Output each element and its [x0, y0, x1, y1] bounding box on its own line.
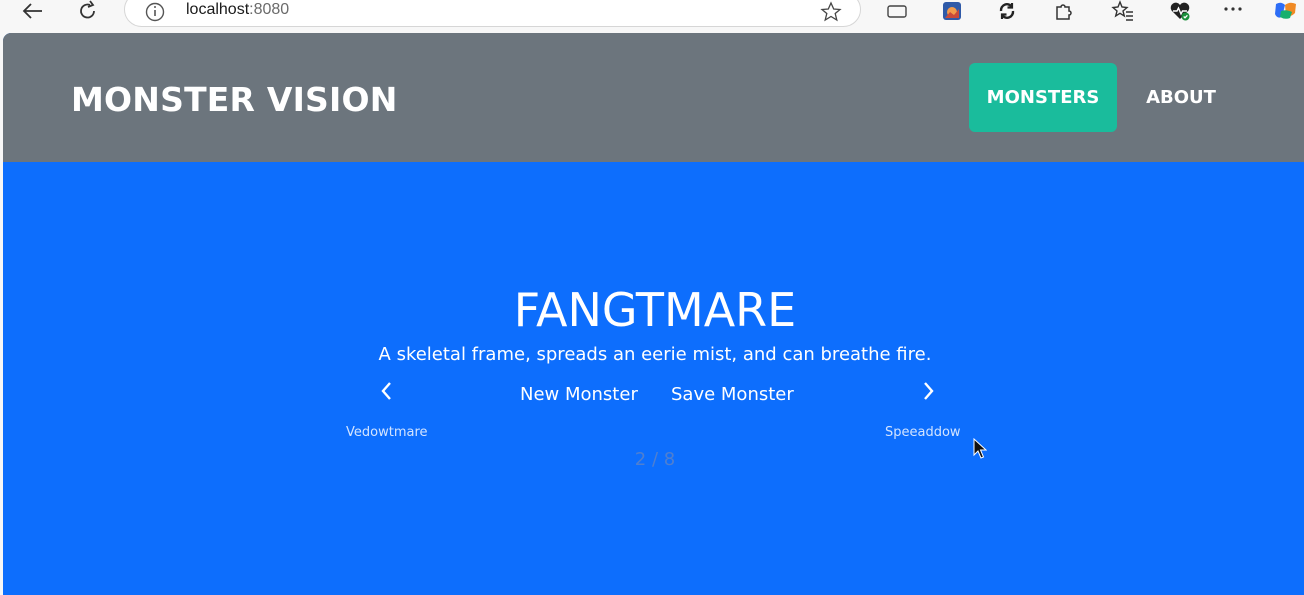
tab-icon[interactable] [883, 0, 911, 22]
nav-about-button[interactable]: ABOUT [1130, 63, 1232, 132]
nav-monsters-button[interactable]: MONSTERS [969, 63, 1117, 132]
back-icon[interactable] [19, 0, 47, 22]
info-icon[interactable] [141, 1, 169, 23]
previous-monster-button[interactable] [374, 376, 400, 406]
chevron-right-icon [924, 382, 934, 400]
url-port: :8080 [249, 1, 290, 18]
save-monster-button[interactable]: Save Monster [671, 384, 794, 405]
extension-image-icon[interactable] [938, 0, 966, 22]
copilot-icon[interactable] [1272, 0, 1300, 22]
monster-name: FANGTMARE [513, 283, 797, 337]
browser-toolbar: localhost:8080 [0, 0, 1304, 33]
monster-description: A skeletal frame, spreads an eerie mist,… [378, 344, 932, 365]
next-monster-button[interactable] [915, 376, 941, 406]
address-bar[interactable]: localhost:8080 [124, 0, 861, 27]
extensions-puzzle-icon[interactable] [1049, 0, 1077, 22]
url-text[interactable]: localhost:8080 [186, 1, 289, 19]
new-monster-button[interactable]: New Monster [520, 384, 638, 405]
url-host: localhost [186, 1, 250, 18]
mouse-cursor-icon [973, 438, 987, 459]
refresh-icon[interactable] [74, 0, 102, 22]
previous-monster-name[interactable]: Vedowtmare [346, 425, 428, 440]
sync-icon[interactable] [993, 0, 1021, 22]
chevron-left-icon [381, 382, 391, 400]
favorite-star-icon[interactable] [817, 1, 845, 23]
page-viewport: MONSTER VISION MONSTERS ABOUT FANGTMARE … [3, 33, 1304, 595]
health-icon[interactable] [1166, 0, 1194, 22]
more-icon[interactable] [1219, 0, 1247, 22]
navbar: MONSTER VISION MONSTERS ABOUT [3, 33, 1304, 162]
brand-title[interactable]: MONSTER VISION [71, 80, 398, 119]
next-monster-name[interactable]: Speeaddow [885, 425, 961, 440]
monster-counter: 2 / 8 [634, 449, 676, 470]
favorites-list-icon[interactable] [1109, 0, 1137, 22]
